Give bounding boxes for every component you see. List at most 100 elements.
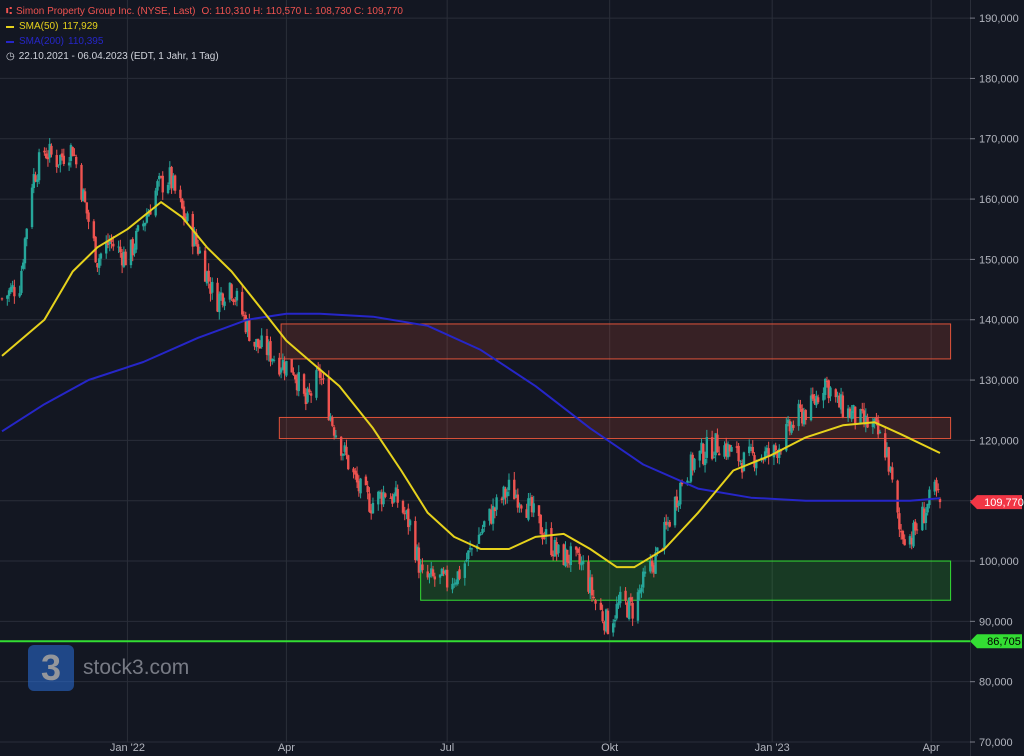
zones: [278, 323, 952, 601]
candle: [20, 265, 23, 296]
candle: [154, 187, 157, 218]
candle-body: [816, 397, 820, 403]
candle-body: [166, 184, 170, 194]
candle-body: [73, 154, 76, 156]
y-tick-label: 160,000: [979, 194, 1019, 206]
candle-body: [465, 559, 468, 562]
y-tick-label: 130,000: [979, 375, 1019, 387]
candle: [108, 235, 111, 252]
candle-body: [687, 481, 691, 483]
x-tick-label: Jul: [440, 742, 454, 754]
sma50-line: [1, 201, 941, 569]
support-price-tag: 86,705: [987, 636, 1021, 648]
candle-body: [173, 175, 177, 191]
candle: [516, 488, 520, 513]
candle: [241, 285, 244, 317]
candle-body: [292, 372, 295, 375]
candle-body: [272, 359, 276, 361]
candle-body: [198, 250, 202, 254]
legend-sma50-value: 117,929: [62, 21, 98, 32]
candle-body: [495, 497, 498, 510]
candle: [173, 174, 177, 194]
candle-body: [396, 489, 399, 503]
candle-body: [463, 563, 467, 578]
legend-sma200-row[interactable]: SMA(200) 110,395: [6, 34, 403, 49]
candle-body: [566, 549, 569, 563]
candle: [408, 518, 412, 532]
candle-body: [445, 569, 449, 588]
candle-body: [854, 406, 857, 424]
candle-body: [716, 434, 719, 453]
candle: [161, 171, 164, 200]
candle-body: [506, 491, 509, 497]
candle: [371, 497, 375, 514]
candle: [341, 453, 345, 461]
candle: [347, 454, 350, 471]
candle: [359, 477, 362, 499]
candle-body: [679, 482, 682, 505]
candle-icon: ⑆: [6, 6, 12, 17]
candle: [896, 479, 899, 519]
candle-body: [97, 258, 101, 268]
candle-body: [642, 571, 645, 588]
candle-body: [811, 394, 815, 399]
candle-body: [601, 611, 604, 622]
candle-body: [569, 546, 573, 565]
candle: [218, 291, 221, 320]
candle-body: [179, 189, 182, 199]
candle: [829, 386, 832, 402]
candle-body: [339, 436, 343, 456]
candle-body: [408, 520, 412, 526]
candle-body: [928, 489, 931, 506]
candle: [401, 499, 405, 515]
candle-body: [481, 528, 484, 534]
candle-body: [99, 253, 103, 259]
candle-body: [13, 287, 16, 297]
candle: [887, 446, 890, 476]
candle: [751, 440, 754, 456]
candle-body: [924, 512, 928, 524]
candle-body: [18, 293, 21, 297]
candle: [248, 313, 251, 342]
candle: [417, 542, 421, 579]
candle-body: [636, 592, 640, 621]
candle: [62, 148, 66, 167]
candle-body: [891, 467, 894, 480]
candle: [124, 249, 127, 266]
candle-body: [285, 361, 288, 376]
candle-body: [656, 547, 659, 552]
candle-body: [154, 190, 157, 216]
candle-body: [631, 602, 634, 619]
candle: [668, 519, 671, 528]
candle-body: [537, 505, 541, 516]
candle-body: [479, 533, 482, 535]
candle: [315, 367, 318, 401]
candle-body: [428, 573, 431, 578]
candle: [211, 277, 214, 300]
candle-body: [341, 453, 345, 456]
candle: [557, 544, 560, 557]
zone-resistance-upper: [280, 323, 952, 360]
candle-body: [774, 445, 777, 451]
candle: [520, 504, 523, 513]
price-chart[interactable]: 190,000 180,000 170,000 160,000 150,000 140,0…: [0, 0, 1024, 756]
candle-body: [74, 156, 78, 165]
candle-body: [581, 561, 585, 565]
candle: [55, 149, 58, 173]
candle: [306, 386, 309, 404]
candle-body: [915, 529, 919, 531]
candle-body: [143, 222, 147, 226]
candle-body: [433, 576, 436, 580]
candle-body: [698, 450, 701, 461]
candle-body: [421, 564, 424, 571]
legend-sma50-row[interactable]: SMA(50) 117,929: [6, 19, 403, 34]
candle-body: [543, 537, 546, 539]
candle: [477, 527, 481, 544]
candle-body: [804, 410, 807, 420]
candle-body: [629, 597, 633, 602]
x-tick-label: Apr: [278, 742, 295, 754]
legend: ⑆ Simon Property Group Inc. (NYSE, Last)…: [6, 4, 403, 64]
candle: [285, 360, 288, 378]
candle: [841, 391, 845, 419]
candle-body: [809, 395, 813, 421]
